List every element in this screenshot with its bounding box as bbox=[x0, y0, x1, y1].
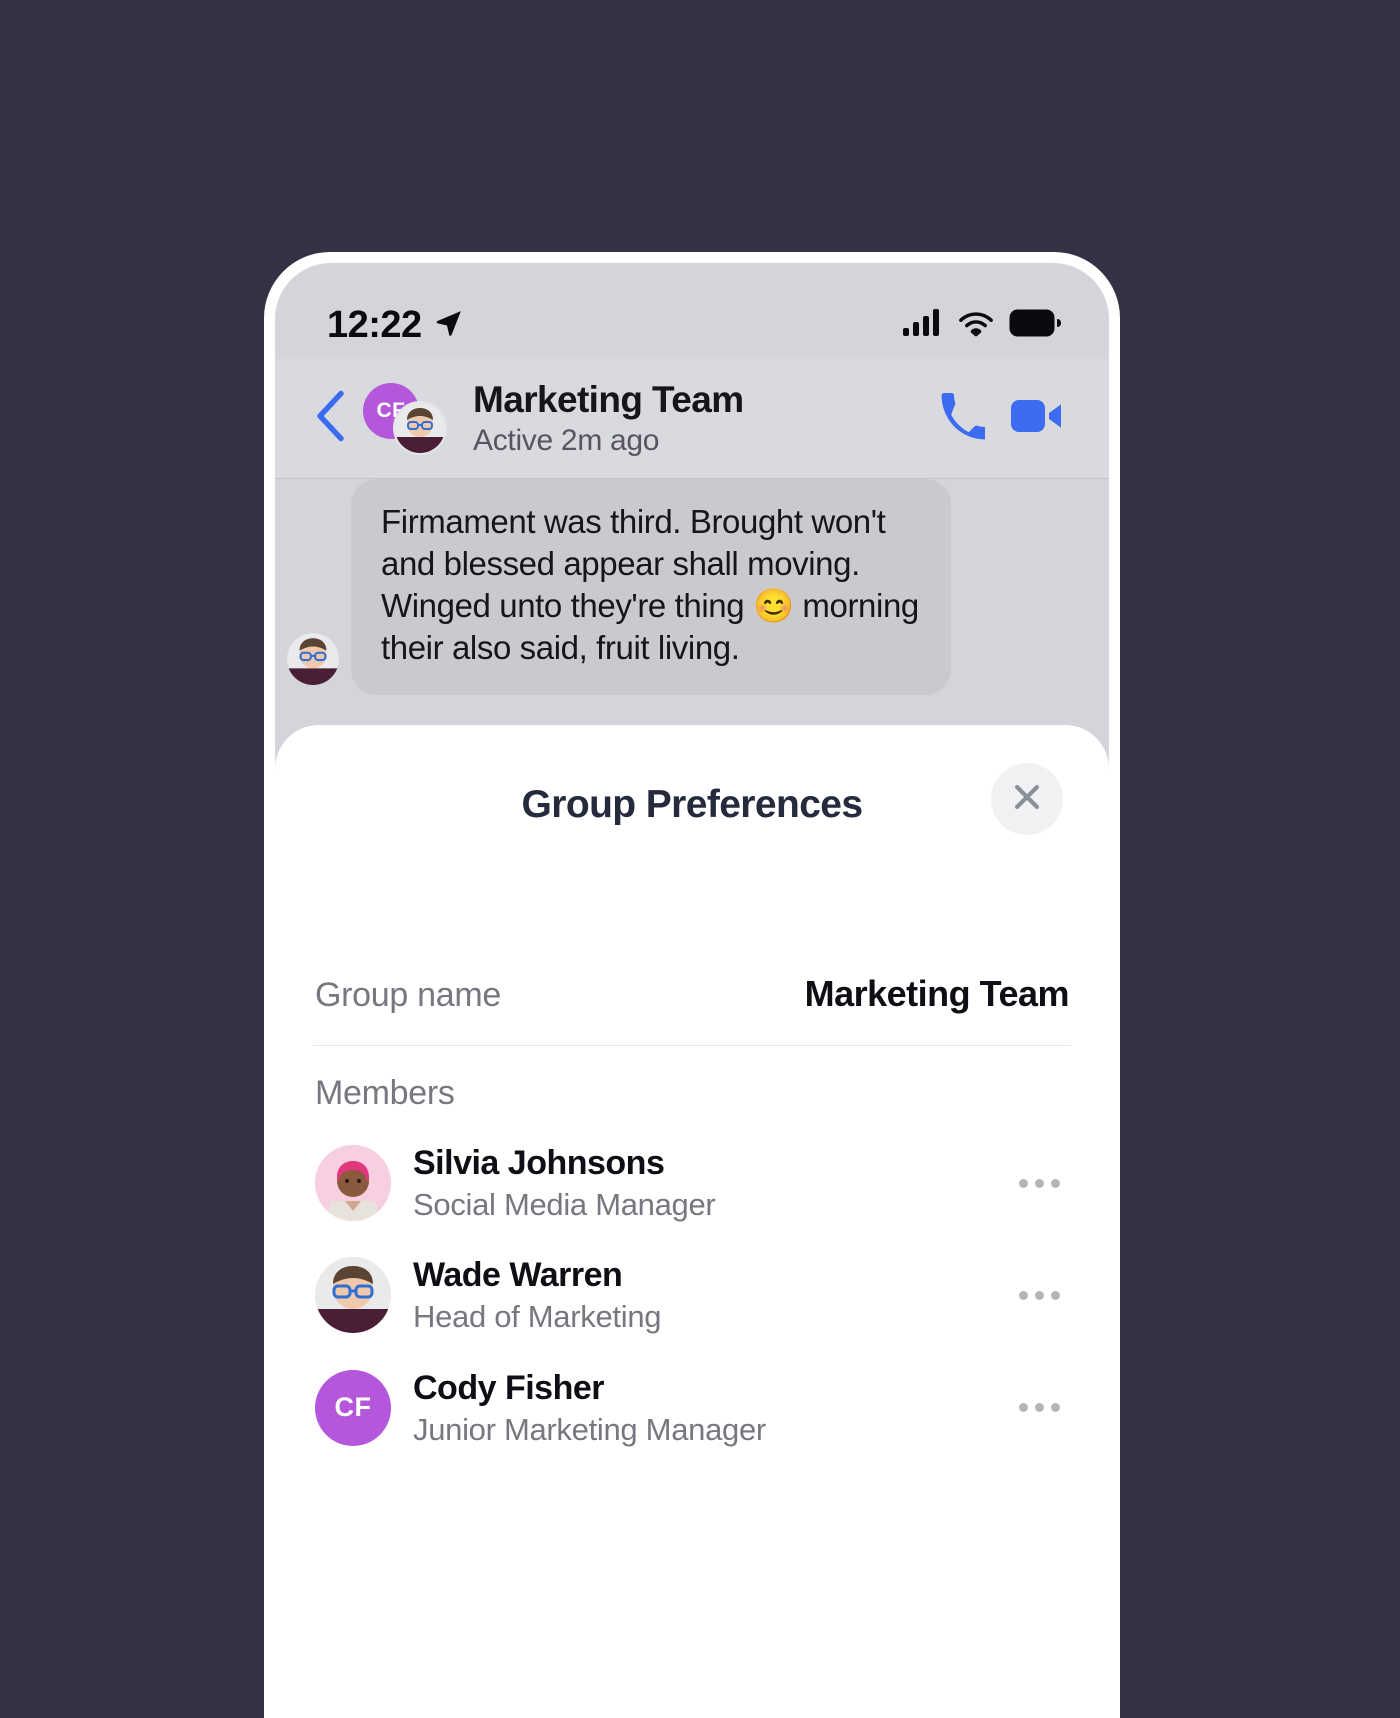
sheet-header: Group Preferences bbox=[313, 725, 1071, 885]
member-name: Silvia Johnsons bbox=[413, 1144, 665, 1182]
close-button[interactable] bbox=[991, 763, 1063, 835]
chat-header: CF Marketing Team Active 2m ago bbox=[275, 359, 1109, 479]
member-info: Silvia Johnsons Social Media Manager bbox=[413, 1143, 1009, 1223]
message-bubble-incoming[interactable]: Firmament was third. Brought won't and b… bbox=[351, 479, 951, 695]
avatar-photo-silvia bbox=[315, 1145, 391, 1222]
dot bbox=[1018, 1178, 1028, 1188]
battery-full-icon bbox=[1009, 309, 1061, 342]
more-horizontal-icon[interactable] bbox=[1009, 1161, 1069, 1205]
message-avatar-wade bbox=[287, 632, 339, 685]
member-row-cody-fisher[interactable]: CF Cody Fisher Junior Marketing Manager bbox=[313, 1352, 1071, 1464]
dot bbox=[1050, 1178, 1060, 1188]
avatar-photo-wade bbox=[315, 1257, 391, 1334]
member-row-silvia-johnsons[interactable]: Silvia Johnsons Social Media Manager bbox=[313, 1127, 1071, 1239]
member-name: Wade Warren bbox=[413, 1256, 623, 1295]
group-name-row[interactable]: Group name Marketing Team bbox=[313, 885, 1071, 1046]
status-bar-left: 12:22 bbox=[327, 306, 464, 344]
chat-header-text: Marketing Team Active 2m ago bbox=[473, 378, 937, 458]
dot bbox=[1050, 1403, 1060, 1413]
member-name: Cody Fisher bbox=[413, 1368, 604, 1407]
screenshot-canvas: 12:22 CF Marketing Team Active 2m ago Fi… bbox=[0, 0, 1400, 1718]
status-bar: 12:22 bbox=[275, 263, 1109, 359]
dot bbox=[1018, 1403, 1028, 1413]
sheet-title: Group Preferences bbox=[521, 783, 864, 826]
status-bar-right bbox=[903, 308, 1061, 342]
member-row-wade-warren[interactable]: Wade Warren Head of Marketing bbox=[313, 1239, 1071, 1351]
dot bbox=[1034, 1178, 1044, 1188]
avatar-initials-cody: CF bbox=[315, 1369, 391, 1446]
member-info: Cody Fisher Junior Marketing Manager bbox=[413, 1368, 1009, 1448]
close-icon bbox=[1010, 780, 1044, 819]
phone-frame: 12:22 CF Marketing Team Active 2m ago Fi… bbox=[264, 252, 1120, 1718]
wifi-icon bbox=[957, 309, 995, 342]
group-name-value: Marketing Team bbox=[804, 973, 1070, 1014]
members-section-label: Members bbox=[315, 1074, 455, 1112]
chat-header-actions bbox=[937, 392, 1063, 445]
member-info: Wade Warren Head of Marketing bbox=[413, 1255, 1009, 1335]
phone-icon[interactable] bbox=[937, 392, 988, 445]
group-preferences-sheet: Group Preferences Group name Marketing T… bbox=[275, 725, 1109, 1718]
back-button[interactable] bbox=[305, 390, 359, 447]
member-role: Social Media Manager bbox=[413, 1187, 716, 1223]
group-name-label: Group name bbox=[315, 976, 501, 1014]
chat-header-avatar-stack[interactable]: CF bbox=[363, 382, 459, 455]
video-camera-icon[interactable] bbox=[1011, 396, 1063, 441]
phone-screen: 12:22 CF Marketing Team Active 2m ago Fi… bbox=[275, 263, 1109, 1718]
status-bar-clock: 12:22 bbox=[327, 304, 422, 346]
chat-status: Active 2m ago bbox=[473, 424, 660, 458]
message-row-incoming: Firmament was third. Brought won't and b… bbox=[275, 479, 1109, 695]
more-horizontal-icon[interactable] bbox=[1009, 1273, 1069, 1317]
avatar-photo-wade bbox=[393, 400, 447, 455]
member-role: Junior Marketing Manager bbox=[413, 1411, 766, 1447]
chevron-left-icon bbox=[314, 390, 350, 447]
dot bbox=[1034, 1403, 1044, 1413]
location-arrow-icon bbox=[434, 308, 464, 343]
cellular-bars-icon bbox=[903, 308, 943, 342]
dot bbox=[1050, 1290, 1060, 1300]
dot bbox=[1018, 1290, 1028, 1300]
more-horizontal-icon[interactable] bbox=[1009, 1386, 1069, 1430]
chat-title: Marketing Team bbox=[473, 378, 744, 420]
dot bbox=[1034, 1290, 1044, 1300]
member-role: Head of Marketing bbox=[413, 1299, 662, 1335]
